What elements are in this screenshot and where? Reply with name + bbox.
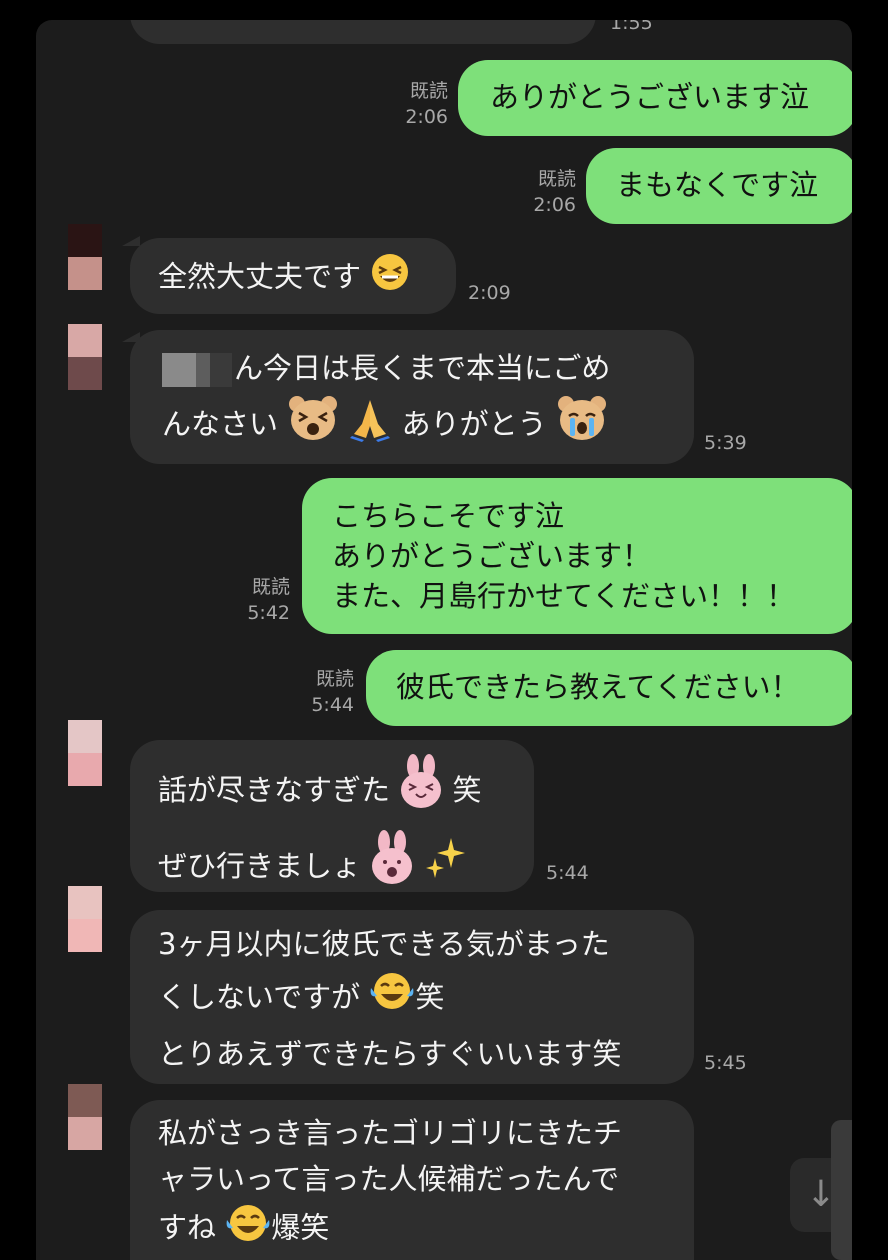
message-bubble-outgoing[interactable]: 彼氏できたら教えてください！ [366, 650, 852, 726]
folded-hands-emoji [348, 394, 392, 458]
message-time: 1:55 [610, 20, 653, 34]
sparkles-emoji [423, 834, 467, 902]
bunny-shout-emoji [370, 830, 414, 906]
message-text: 爆笑 [271, 1210, 330, 1245]
message-text: ありがとう [401, 407, 547, 441]
message-time: 2:06 [405, 106, 448, 128]
message-bubble-outgoing[interactable]: こちらこそです泣 ありがとうございます！ また、月島行かせてください！！！ [302, 478, 852, 634]
message-time: 5:45 [704, 1052, 747, 1074]
read-label: 既読 [537, 168, 576, 190]
avatar[interactable] [68, 324, 102, 390]
read-label: 既読 [251, 576, 290, 598]
message-time: 5:42 [247, 602, 290, 624]
message-text: まもなくです泣 [616, 168, 819, 202]
message-text: 話が尽きなすぎた [158, 773, 391, 807]
avatar[interactable] [68, 224, 102, 290]
message-time: 2:06 [533, 194, 576, 216]
message-text: また、月島行かせてください！！！ [332, 579, 796, 613]
message-time: 5:44 [311, 694, 354, 716]
avatar[interactable] [68, 886, 102, 952]
message-text: ありがとうございます泣 [490, 80, 810, 114]
message-text: 笑 [452, 773, 482, 807]
message-bubble-incoming[interactable]: 3ヶ月以内に彼氏できる気がまった くしないですが 笑 とりあえずできたらすぐいい… [130, 910, 694, 1084]
bear-crying-emoji [287, 394, 339, 458]
read-receipt: 既読 2:06 [504, 166, 576, 218]
avatar[interactable] [68, 720, 102, 786]
message-text: こちらこそです泣 [332, 499, 565, 533]
blurred-name [162, 353, 232, 387]
message-bubble-outgoing[interactable]: ありがとうございます泣 [458, 60, 852, 136]
message-text: んなさい [162, 407, 279, 441]
bunny-laugh-emoji [399, 754, 443, 830]
grin-squint-emoji [370, 252, 410, 305]
read-receipt: 既読 2:06 [376, 78, 448, 130]
read-receipt: 既読 5:42 [218, 574, 290, 626]
message-text: 3ヶ月以内に彼氏できる気がまった [158, 927, 610, 961]
message-text: 私がさっき言ったゴリゴリにきたチ [158, 1116, 623, 1150]
avatar[interactable] [68, 1084, 102, 1150]
bear-sob-emoji [556, 394, 608, 458]
message-bubble-incoming[interactable]: 私がさっき言ったゴリゴリにきたチ ャラいって言った人候補だったんで すね 爆笑 [130, 1100, 694, 1260]
message-text: とりあえずできたらすぐいいます笑 [158, 1037, 622, 1071]
message-text: 彼氏できたら教えてください！ [396, 670, 800, 704]
bubble-tail [122, 236, 140, 246]
message-text: すね [158, 1210, 217, 1245]
read-label: 既読 [315, 668, 354, 690]
tears-of-joy-emoji [225, 1202, 271, 1257]
tears-of-joy-emoji [369, 970, 415, 1028]
message-time: 5:39 [704, 432, 747, 454]
read-receipt: 既読 5:44 [282, 666, 354, 718]
message-text: ん今日は長くまで本当にごめ [234, 351, 611, 385]
message-text: ャラいって言った人候補だったんで [158, 1162, 620, 1196]
message-bubble-partial[interactable] [130, 20, 596, 44]
message-text: 笑 [415, 980, 445, 1014]
message-bubble-incoming[interactable]: 話が尽きなすぎた 笑 ぜひ行きましょ [130, 740, 534, 892]
read-label: 既読 [409, 80, 448, 102]
message-text: ありがとうございます！ [332, 539, 652, 573]
message-text: くしないですが [158, 980, 361, 1014]
chat-screen: 1:55 既読 2:06 ありがとうございます泣 既読 2:06 まもなくです泣… [36, 20, 852, 1260]
message-bubble-outgoing[interactable]: まもなくです泣 [586, 148, 852, 224]
message-bubble-incoming[interactable]: 全然大丈夫です [130, 238, 456, 314]
message-text: ぜひ行きましょ [158, 849, 362, 883]
message-text: 全然大丈夫です [158, 259, 362, 294]
side-handle [831, 1120, 852, 1260]
message-time: 5:44 [546, 862, 589, 884]
message-time: 2:09 [468, 282, 511, 304]
message-bubble-incoming[interactable]: ん今日は長くまで本当にごめ んなさい ありがとう [130, 330, 694, 464]
